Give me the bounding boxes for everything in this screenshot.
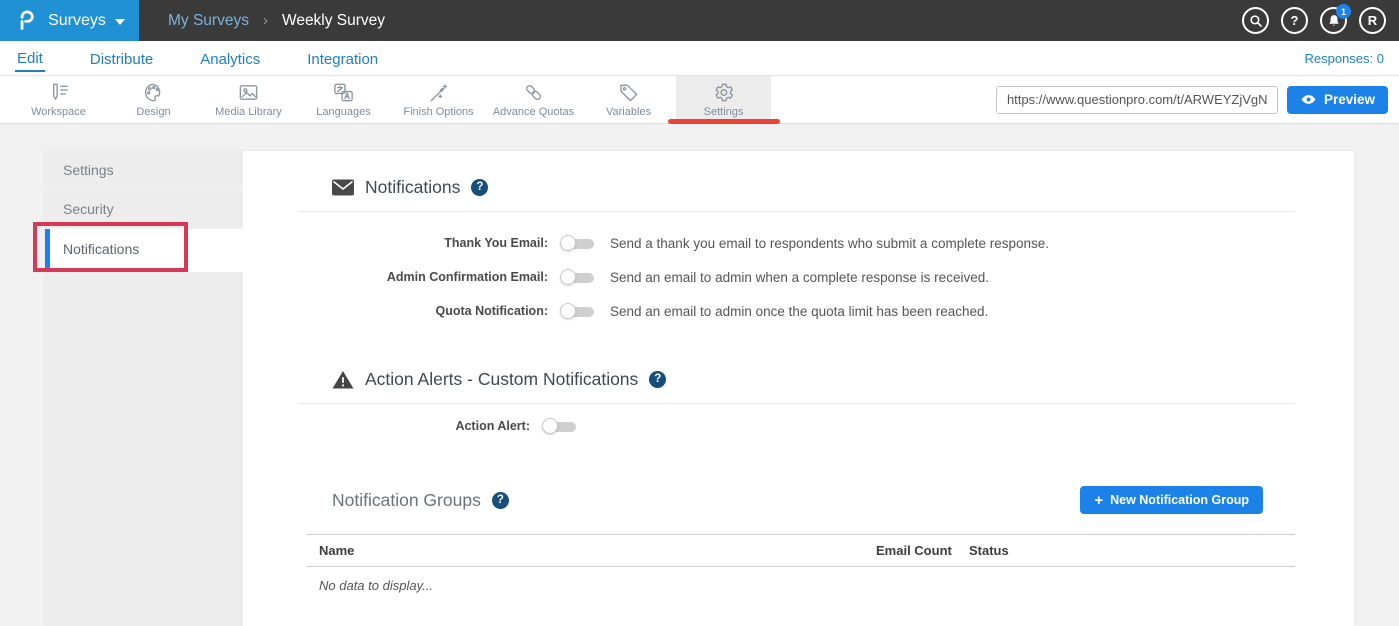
toolbar-item-media-library[interactable]: Media Library — [201, 76, 296, 123]
section-title: Notifications — [365, 177, 460, 198]
product-label: Surveys — [48, 12, 106, 30]
section-title: Action Alerts - Custom Notifications — [365, 369, 638, 390]
divider — [299, 211, 1295, 212]
warning-icon — [332, 370, 354, 389]
groups-title-wrap: Notification Groups ? — [332, 487, 509, 513]
table-header-row: Name Email Count Status — [307, 534, 1295, 567]
toolbar-item-variables[interactable]: Variables — [581, 76, 676, 123]
sidebar-item-settings[interactable]: Settings — [45, 151, 243, 190]
toolbar-item-design[interactable]: Design — [106, 76, 201, 123]
question-mark-icon: ? — [1291, 13, 1299, 28]
workspace-icon — [47, 81, 70, 104]
sidebar-item-notifications[interactable]: Notifications — [45, 229, 243, 268]
media-library-icon — [237, 81, 260, 104]
eye-icon — [1300, 93, 1317, 106]
help-button[interactable]: ? — [1281, 7, 1308, 34]
breadcrumb-current: Weekly Survey — [282, 12, 385, 30]
thank-you-email-row: Thank You Email: Send a thank you email … — [299, 226, 1295, 260]
help-icon[interactable]: ? — [649, 371, 666, 388]
sidebar-filler — [45, 272, 243, 626]
responses-count: Responses: 0 — [1305, 51, 1385, 66]
toolbar-item-workspace[interactable]: Workspace — [11, 76, 106, 123]
survey-nav: Edit Distribute Analytics Integration Re… — [0, 41, 1399, 76]
sidebar-item-security[interactable]: Security — [45, 190, 243, 229]
breadcrumb: My Surveys › Weekly Survey — [168, 0, 385, 41]
column-status: Status — [969, 543, 1295, 558]
action-alert-toggle[interactable] — [542, 418, 576, 435]
admin-confirmation-email-row: Admin Confirmation Email: Send an email … — [299, 260, 1295, 294]
envelope-icon — [332, 179, 354, 196]
breadcrumb-my-surveys[interactable]: My Surveys — [168, 12, 249, 30]
content-area: Settings Security Notifications Notifica… — [0, 124, 1399, 626]
notifications-section-header: Notifications ? — [332, 174, 1295, 200]
nav-tab-distribute[interactable]: Distribute — [88, 46, 155, 71]
action-alerts-section-header: Action Alerts - Custom Notifications ? — [332, 366, 1295, 392]
toolbar-item-languages[interactable]: Languages — [296, 76, 391, 123]
toolbar-right: Preview — [996, 76, 1399, 123]
languages-icon — [332, 81, 355, 104]
settings-sidebar: Settings Security Notifications — [45, 151, 243, 626]
toolbar-item-finish-options[interactable]: Finish Options — [391, 76, 486, 123]
notification-toggles: Thank You Email: Send a thank you email … — [299, 226, 1295, 328]
nav-tab-edit[interactable]: Edit — [15, 45, 45, 72]
annotation-underline — [668, 119, 780, 124]
quota-notification-row: Quota Notification: Send an email to adm… — [299, 294, 1295, 328]
admin-confirmation-email-toggle[interactable] — [560, 269, 594, 286]
avatar-initial: R — [1368, 13, 1377, 28]
settings-card: Settings Security Notifications Notifica… — [45, 151, 1354, 626]
preview-button[interactable]: Preview — [1287, 86, 1388, 114]
questionpro-logo-icon — [14, 8, 39, 33]
search-icon — [1248, 13, 1264, 29]
nav-tab-integration[interactable]: Integration — [305, 46, 380, 71]
notifications-panel: Notifications ? Thank You Email: Send a … — [243, 151, 1354, 626]
product-switcher[interactable]: Surveys — [0, 0, 139, 41]
notification-badge: 1 — [1336, 4, 1351, 19]
action-alert-row: Action Alert: — [299, 409, 1295, 443]
nav-tab-analytics[interactable]: Analytics — [198, 46, 262, 71]
thank-you-email-toggle[interactable] — [560, 235, 594, 252]
empty-table-message: No data to display... — [307, 567, 1295, 604]
help-icon[interactable]: ? — [471, 179, 488, 196]
column-name: Name — [307, 543, 876, 558]
toolbar-item-settings[interactable]: Settings — [676, 76, 771, 123]
search-button[interactable] — [1242, 7, 1269, 34]
edit-toolbar: Workspace Design Media Library Languages… — [0, 76, 1399, 124]
design-icon — [142, 81, 165, 104]
topbar: Surveys My Surveys › Weekly Survey ? 1 R — [0, 0, 1399, 41]
user-avatar[interactable]: R — [1359, 7, 1386, 34]
caret-down-icon — [115, 19, 125, 25]
help-icon[interactable]: ? — [492, 492, 509, 509]
section-title: Notification Groups — [332, 490, 481, 511]
finish-options-icon — [427, 81, 450, 104]
advance-quotas-icon — [522, 81, 545, 104]
notification-groups-header: Notification Groups ? + New Notification… — [299, 485, 1295, 515]
topbar-actions: ? 1 R — [1242, 0, 1399, 41]
plus-icon: + — [1094, 493, 1103, 508]
settings-icon — [712, 81, 735, 104]
divider — [299, 403, 1295, 404]
toolbar-item-advance-quotas[interactable]: Advance Quotas — [486, 76, 581, 123]
quota-notification-toggle[interactable] — [560, 303, 594, 320]
variables-icon — [617, 81, 640, 104]
survey-url-input[interactable] — [996, 86, 1278, 114]
new-notification-group-button[interactable]: + New Notification Group — [1080, 486, 1263, 514]
column-email-count: Email Count — [876, 543, 969, 558]
notifications-button[interactable]: 1 — [1320, 7, 1347, 34]
breadcrumb-separator: › — [263, 12, 268, 29]
notification-groups-table: Name Email Count Status No data to displ… — [307, 534, 1295, 604]
